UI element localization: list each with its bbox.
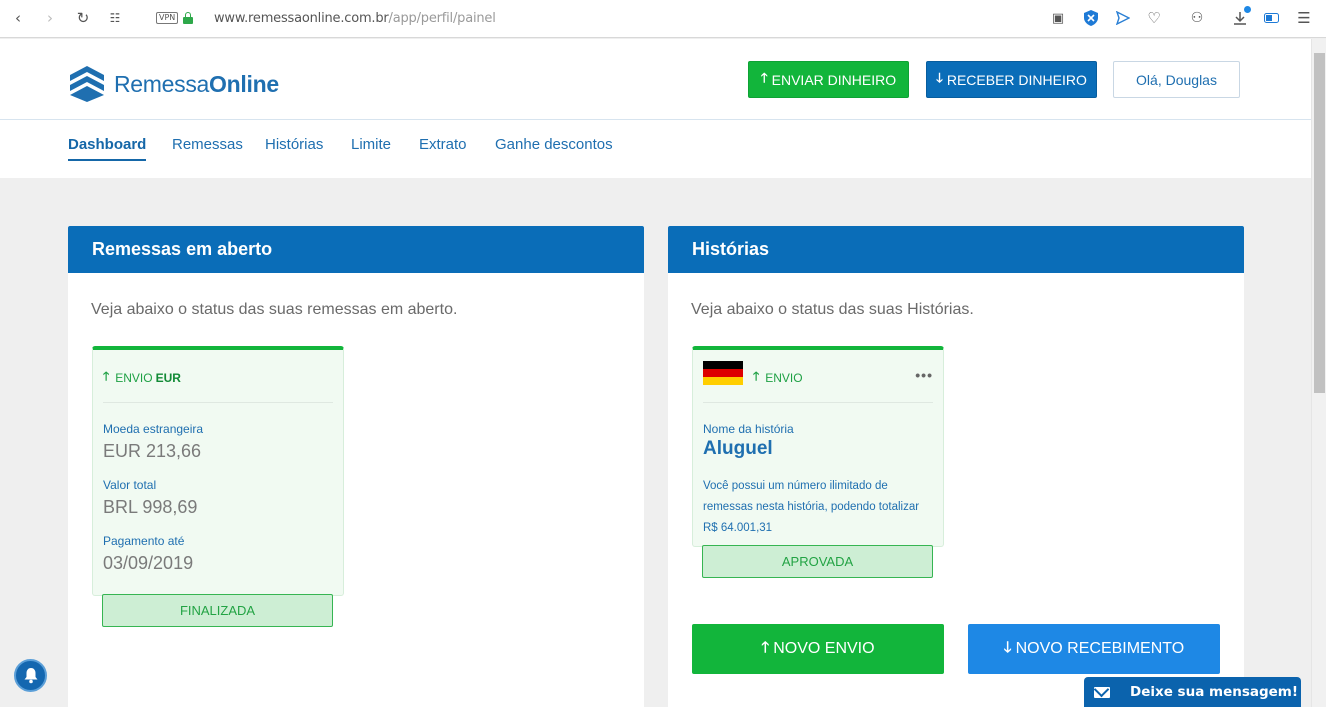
nav-limite[interactable]: Limite	[351, 136, 391, 159]
nav-dashboard[interactable]: Dashboard	[68, 136, 147, 161]
story-type: 🡑 ENVIO	[753, 367, 803, 388]
nav-ganhe-descontos[interactable]: Ganhe descontos	[495, 136, 613, 159]
receive-money-label: RECEBER DINHEIRO	[946, 71, 1087, 88]
remittance-currency: EUR	[155, 370, 181, 385]
logo-icon	[70, 66, 104, 102]
arrow-up-icon: 🡑	[103, 369, 110, 383]
new-receive-label: NOVO RECEBIMENTO	[1015, 640, 1185, 657]
send-money-button[interactable]: 🡑 ENVIAR DINHEIRO	[748, 61, 909, 98]
total-value: BRL 998,69	[103, 497, 198, 517]
url-host: www.remessaonline.com.br	[214, 11, 389, 26]
site-header: RemessaOnline 🡑 ENVIAR DINHEIRO 🡓 RECEBER …	[0, 39, 1311, 120]
stories-title: Histórias	[668, 226, 1244, 273]
story-name-label: Nome da história	[703, 422, 794, 436]
open-remittances-panel: Remessas em aberto Veja abaixo o status …	[68, 226, 644, 707]
open-remittances-title: Remessas em aberto	[68, 226, 644, 273]
menu-icon[interactable]: ☰	[1295, 9, 1313, 27]
new-send-button[interactable]: 🡑 NOVO ENVIO	[692, 624, 944, 674]
stories-panel: Histórias Veja abaixo o status das suas …	[668, 226, 1244, 707]
user-menu-button[interactable]: Olá, Douglas	[1113, 61, 1240, 98]
germany-flag-icon	[703, 361, 743, 385]
receive-money-button[interactable]: 🡓 RECEBER DINHEIRO	[926, 61, 1097, 98]
card-header: 🡑 ENVIO •••	[703, 361, 933, 403]
heart-icon[interactable]: ♡	[1145, 9, 1163, 27]
bell-icon	[24, 668, 37, 684]
vpn-badge[interactable]: VPN	[156, 12, 179, 24]
scrollbar-thumb[interactable]	[1314, 53, 1325, 393]
foreign-currency-label: Moeda estrangeira	[103, 422, 204, 436]
send-money-label: ENVIAR DINHEIRO	[771, 71, 897, 88]
main-nav: Dashboard Remessas Histórias Limite Extr…	[0, 120, 1311, 178]
reload-icon[interactable]: ↻	[74, 9, 92, 27]
arrow-up-icon: 🡑	[760, 70, 768, 86]
arrow-down-icon: 🡓	[1003, 637, 1012, 656]
camera-icon[interactable]: ▣	[1049, 9, 1067, 27]
story-card[interactable]: 🡑 ENVIO ••• Nome da história Aluguel Voc…	[692, 346, 944, 547]
evernote-icon[interactable]: ⚇	[1188, 9, 1206, 27]
remittance-type: 🡑 ENVIO EUR	[103, 367, 181, 388]
nav-historias[interactable]: Histórias	[265, 136, 323, 159]
foreign-currency-value: EUR 213,66	[103, 441, 202, 461]
download-icon[interactable]	[1231, 6, 1251, 27]
story-type-label: ENVIO	[765, 370, 803, 385]
remittance-card[interactable]: 🡑 ENVIO EUR Moeda estrangeira EUR 213,66…	[92, 346, 344, 596]
chat-label: Deixe sua mensagem!	[1130, 684, 1299, 700]
status-badge: APROVADA	[702, 545, 933, 578]
arrow-up-icon: 🡑	[761, 637, 770, 656]
status-badge: FINALIZADA	[102, 594, 333, 627]
payment-date-value: 03/09/2019	[103, 553, 194, 573]
forward-icon[interactable]: ›	[41, 9, 59, 27]
url-path: /app/perfil/painel	[388, 11, 496, 26]
battery-icon[interactable]	[1263, 9, 1281, 27]
arrow-down-icon: 🡓	[936, 70, 943, 86]
new-send-label: NOVO ENVIO	[773, 640, 875, 657]
stories-description: Veja abaixo o status das suas Histórias.	[691, 301, 974, 318]
remittance-type-label: ENVIO	[115, 370, 153, 385]
payment-date-label: Pagamento até	[103, 534, 185, 548]
address-bar[interactable]: www.remessaonline.com.br/app/perfil/pain…	[214, 11, 496, 26]
card-header: 🡑 ENVIO EUR	[103, 367, 333, 403]
total-value-label: Valor total	[103, 478, 157, 492]
arrow-up-icon: 🡑	[753, 369, 760, 383]
speed-dial-icon[interactable]: ☷	[106, 9, 124, 27]
envelope-icon	[1094, 686, 1110, 698]
send-icon[interactable]	[1114, 9, 1132, 27]
browser-toolbar: ‹ › ↻ ☷ VPN www.remessaonline.com.br/app…	[0, 0, 1326, 38]
back-icon[interactable]: ‹	[9, 9, 27, 27]
shield-icon[interactable]	[1082, 9, 1100, 27]
logo-text-part1: Remessa	[114, 70, 210, 97]
nav-remessas[interactable]: Remessas	[172, 136, 243, 159]
nav-extrato[interactable]: Extrato	[419, 136, 467, 159]
page-scrollbar[interactable]	[1311, 39, 1326, 707]
logo-text: RemessaOnline	[114, 71, 279, 98]
logo[interactable]: RemessaOnline	[70, 66, 279, 102]
notification-bell-button[interactable]	[14, 659, 47, 692]
new-receive-button[interactable]: 🡓 NOVO RECEBIMENTO	[968, 624, 1220, 674]
story-description: Você possui um número ilimitado de remes…	[703, 480, 920, 534]
logo-text-part2: Online	[209, 70, 279, 97]
more-options-icon[interactable]: •••	[915, 367, 933, 383]
story-name-value: Aluguel	[703, 438, 773, 459]
chat-widget-button[interactable]: Deixe sua mensagem!	[1084, 677, 1301, 707]
lock-icon	[183, 12, 193, 24]
open-remittances-description: Veja abaixo o status das suas remessas e…	[91, 301, 458, 318]
